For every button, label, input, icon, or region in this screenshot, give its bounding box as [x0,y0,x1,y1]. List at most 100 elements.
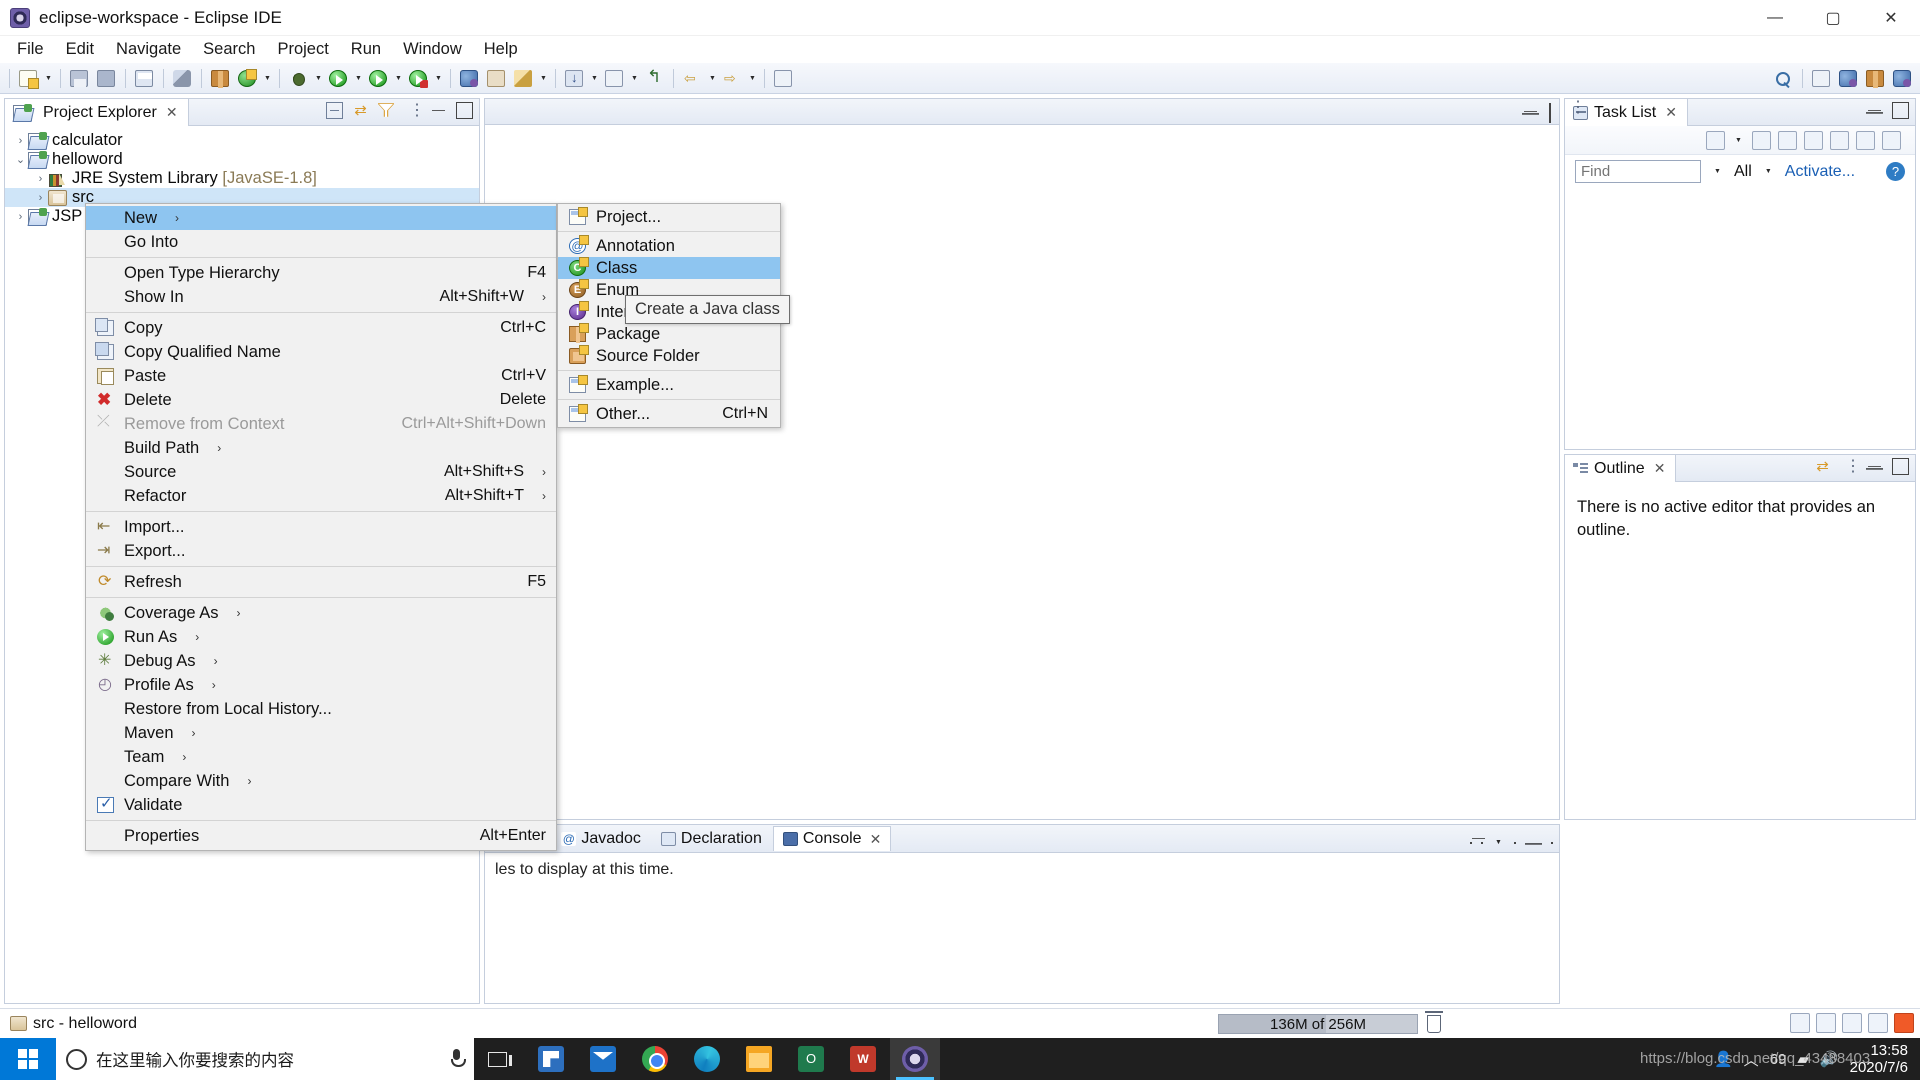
new-console-view-icon[interactable] [1514,842,1516,844]
tree-item-calculator[interactable]: › calculator [5,131,479,150]
run-dropdown-icon[interactable] [352,66,365,91]
menu-item-validate[interactable]: Validate [86,793,556,817]
new-wizard-dropdown-icon[interactable] [42,66,55,91]
chevron-right-icon[interactable]: › [13,135,28,147]
menu-item-copy-qualified-name[interactable]: Copy Qualified Name [86,340,556,364]
chevron-down-icon[interactable] [1711,159,1724,184]
synchronize-icon[interactable] [1830,131,1849,150]
previous-annotation-icon[interactable] [602,66,627,91]
previous-annotation-dropdown-icon[interactable] [628,66,641,91]
menu-navigate[interactable]: Navigate [105,37,192,62]
forward-dropdown-icon[interactable] [746,66,759,91]
taskbar-app-file-explorer[interactable] [734,1038,784,1080]
tab-outline[interactable]: Outline ✕ [1565,455,1676,482]
menu-item-show-in[interactable]: Show In Alt+Shift+W › [86,285,556,309]
menu-item-properties[interactable]: Properties Alt+Enter [86,824,556,848]
run-external-dropdown-icon[interactable] [392,66,405,91]
focus-icon[interactable] [1804,131,1823,150]
minimize-icon[interactable]: — [1525,833,1542,853]
categorize-icon[interactable] [1752,131,1771,150]
heap-status-bar[interactable]: 136M of 256M [1218,1014,1418,1034]
editor-icon[interactable] [1868,1013,1888,1033]
find-input[interactable] [1575,160,1701,183]
maximize-icon[interactable] [1549,103,1551,123]
close-button[interactable]: ✕ [1862,0,1920,36]
open-perspective-button-icon[interactable] [1809,66,1834,91]
maximize-button[interactable]: ▢ [1804,0,1862,36]
tab-console[interactable]: Console ✕ [773,826,891,851]
new-task-icon[interactable] [1706,131,1725,150]
taskbar-app-wps[interactable]: W [838,1038,888,1080]
submenu-item-class[interactable]: Class [558,257,780,279]
trash-icon[interactable] [1427,1015,1441,1033]
menu-search[interactable]: Search [192,37,266,62]
insert-mode-icon[interactable] [1816,1013,1836,1033]
menu-item-refresh[interactable]: Refresh F5 [86,570,556,594]
submenu-item-example[interactable]: Example... [558,374,780,396]
menu-item-copy[interactable]: Copy Ctrl+C [86,316,556,340]
view-menu-icon[interactable] [404,102,421,119]
view-filter-icon[interactable] [378,102,395,119]
minimize-icon[interactable]: — [1866,458,1883,475]
help-icon[interactable]: ? [1886,162,1905,181]
open-perspective-icon[interactable] [457,66,482,91]
submenu-item-source-folder[interactable]: Source Folder [558,345,780,367]
minimize-icon[interactable] [430,102,447,119]
maximize-icon[interactable] [1892,458,1909,475]
chevron-down-icon[interactable] [1492,830,1505,855]
menu-item-profile-as[interactable]: Profile As › [86,673,556,697]
submenu-item-annotation[interactable]: Annotation [558,235,780,257]
close-icon[interactable]: ✕ [166,104,178,121]
microphone-icon[interactable] [449,1049,464,1069]
submenu-item-other[interactable]: Other... Ctrl+N [558,403,780,425]
chevron-down-icon[interactable]: ⌄ [13,153,28,166]
new-package-icon[interactable] [208,66,233,91]
menu-help[interactable]: Help [473,37,529,62]
close-icon[interactable]: ✕ [1654,460,1666,477]
writable-icon[interactable] [1790,1013,1810,1033]
new-java-project-icon[interactable] [235,66,260,91]
menu-item-coverage-as[interactable]: Coverage As › [86,601,556,625]
tab-project-explorer[interactable]: Project Explorer ✕ [5,99,189,126]
taskbar-app-office[interactable]: O [786,1038,836,1080]
chevron-right-icon[interactable]: › [33,173,48,185]
close-icon[interactable]: ✕ [1665,104,1677,121]
print-icon[interactable] [132,66,157,91]
chevron-down-icon[interactable] [1732,128,1745,153]
new-wizard-icon[interactable] [16,66,41,91]
taskbar-app-mail[interactable] [578,1038,628,1080]
maximize-icon[interactable] [1892,102,1909,119]
maximize-icon[interactable] [1551,842,1553,844]
menu-item-maven[interactable]: Maven › [86,721,556,745]
link-with-editor-icon[interactable] [352,102,369,119]
web-perspective-icon[interactable] [1890,66,1915,91]
taskbar-app-microsoft-edge[interactable] [682,1038,732,1080]
menu-item-restore-from-local-history[interactable]: Restore from Local History... [86,697,556,721]
run-external-icon[interactable] [366,66,391,91]
menu-item-export[interactable]: Export... [86,539,556,563]
forward-icon[interactable] [720,66,745,91]
activate-link[interactable]: Activate... [1785,163,1855,181]
menu-item-run-as[interactable]: Run As › [86,625,556,649]
new-java-dropdown-icon[interactable] [261,66,274,91]
menu-item-open-type-hierarchy[interactable]: Open Type Hierarchy F4 [86,261,556,285]
sogou-ime-icon[interactable] [1894,1013,1914,1033]
back-dropdown-icon[interactable] [706,66,719,91]
menu-item-team[interactable]: Team › [86,745,556,769]
presentation-icon[interactable] [1778,131,1797,150]
minimize-button[interactable]: — [1746,0,1804,36]
menu-edit[interactable]: Edit [55,37,105,62]
filter-icon[interactable] [1856,131,1875,150]
tree-item-jre-system-library[interactable]: › JRE System Library [JavaSE-1.8] [5,169,479,188]
chevron-right-icon[interactable]: › [13,211,28,223]
pin-editor-icon[interactable] [771,66,796,91]
smart-insert-icon[interactable] [1842,1013,1862,1033]
submenu-item-project[interactable]: Project... [558,206,780,228]
menu-item-paste[interactable]: Paste Ctrl+V [86,364,556,388]
task-view-icon[interactable] [474,1038,520,1080]
annotation-icon[interactable] [511,66,536,91]
search-icon[interactable] [1771,66,1796,91]
annotation-dropdown-icon[interactable] [537,66,550,91]
close-icon[interactable]: ✕ [870,831,882,848]
menu-item-compare-with[interactable]: Compare With › [86,769,556,793]
